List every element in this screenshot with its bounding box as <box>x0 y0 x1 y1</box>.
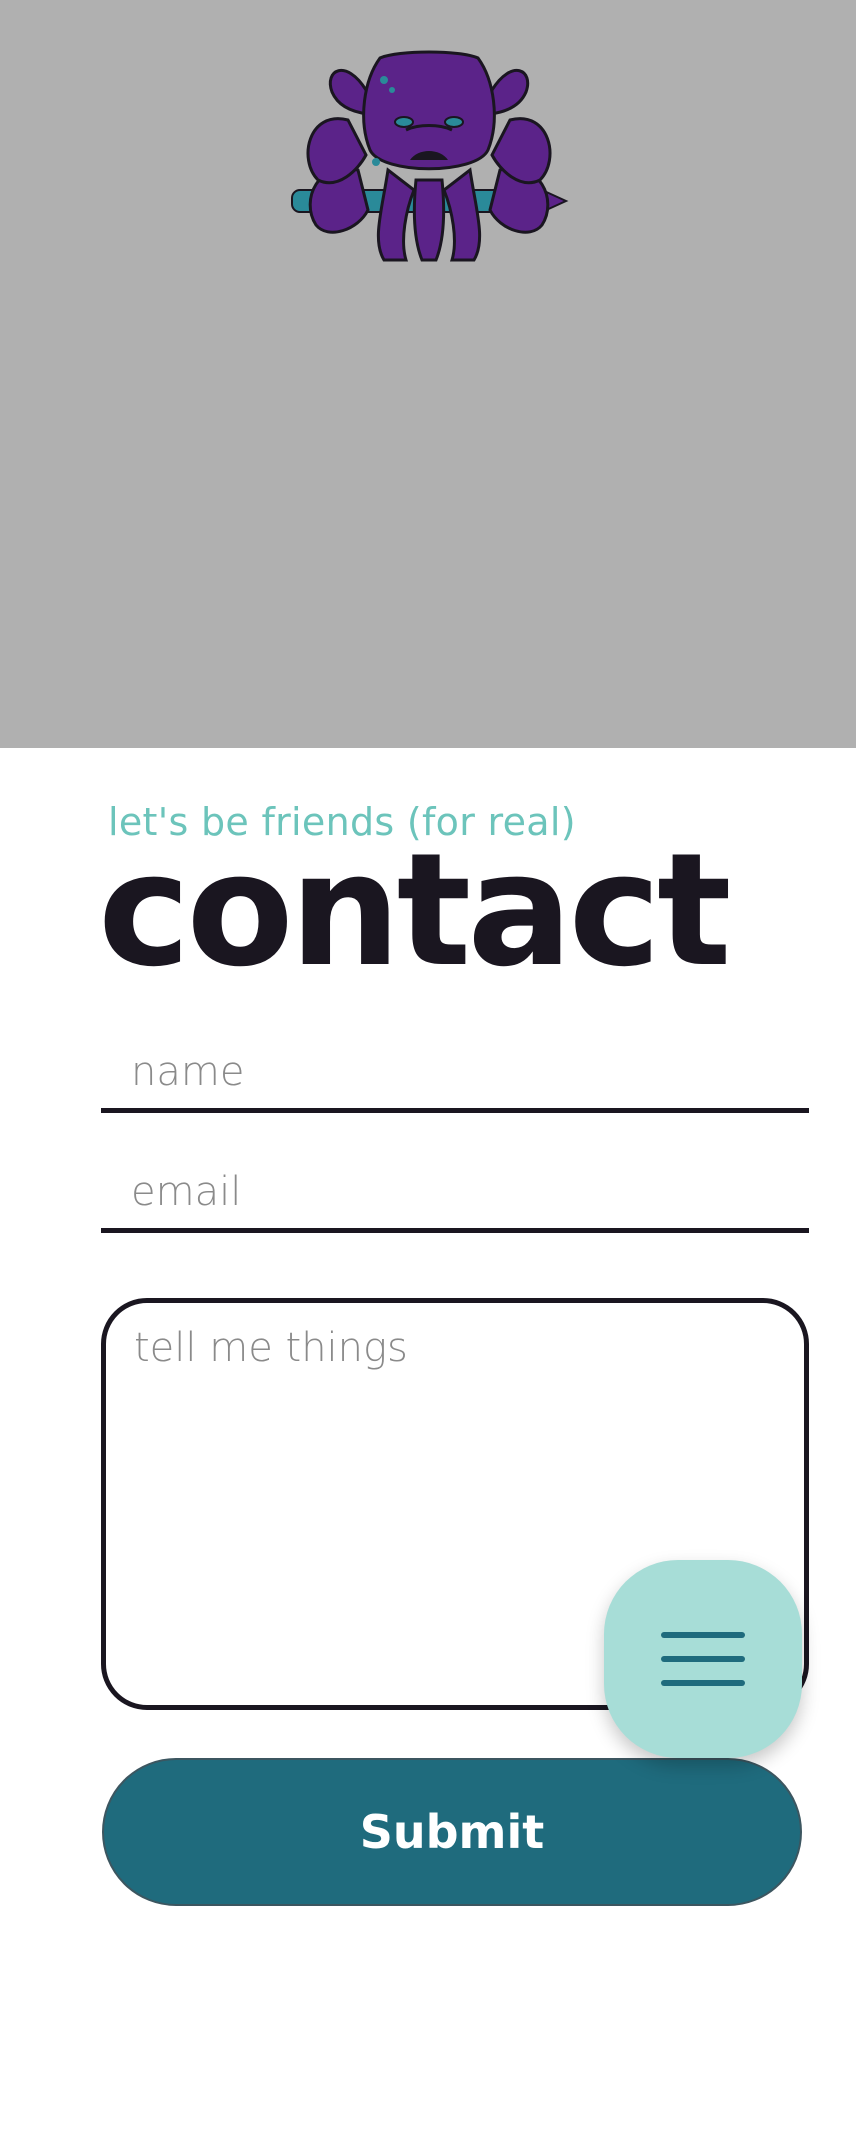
menu-button[interactable] <box>604 1560 802 1758</box>
page-title: contact <box>98 819 732 1001</box>
submit-button[interactable]: Submit <box>102 1758 802 1906</box>
email-field[interactable] <box>101 1155 809 1233</box>
hero-banner <box>0 0 856 748</box>
name-field[interactable] <box>101 1035 809 1113</box>
hamburger-menu-icon <box>661 1632 745 1686</box>
octopus-logo-icon <box>291 50 569 262</box>
